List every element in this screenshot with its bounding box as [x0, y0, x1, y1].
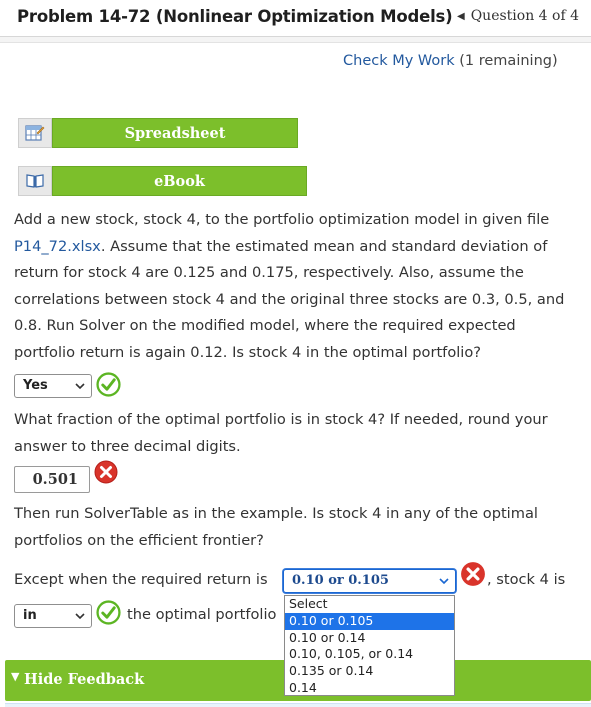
spreadsheet-button[interactable]: Spreadsheet: [52, 118, 298, 148]
problem-line-2: P14_72.xlsx. Assume that the estimated m…: [14, 234, 589, 261]
problem-line-4: correlations between stock 4 and the ori…: [14, 290, 565, 308]
problem-title: Problem 14-72 (Nonlinear Optimization Mo…: [17, 7, 453, 26]
question-nav[interactable]: ◀ Question 4 of 4: [457, 8, 579, 24]
collapse-triangle-icon: ▼: [11, 670, 20, 683]
dropdown-option[interactable]: 0.135 or 0.14: [285, 663, 454, 680]
incorrect-x-icon: [461, 562, 485, 586]
question-nav-label: Question 4 of 4: [470, 8, 579, 24]
problem-line-3: return for stock 4 are 0.125 and 0.175, …: [14, 264, 524, 281]
spreadsheet-icon: [18, 118, 52, 148]
q3-suffix: , stock 4 is: [487, 571, 566, 588]
spreadsheet-button-group[interactable]: Spreadsheet: [18, 118, 298, 148]
stock4-in-portfolio-select[interactable]: Yes: [14, 374, 92, 398]
feedback-panel-edge: [5, 703, 591, 707]
q2-line-2: answer to three decimal digits.: [14, 437, 241, 455]
required-return-dropdown-list[interactable]: Select 0.10 or 0.105 0.10 or 0.14 0.10, …: [284, 595, 455, 696]
q3-line-2: portfolios on the efficient frontier?: [14, 531, 264, 549]
chevron-down-icon: [75, 613, 85, 620]
check-my-work-link[interactable]: Check My Work: [343, 53, 455, 69]
prev-arrow-icon[interactable]: ◀: [457, 11, 465, 22]
select-value: 0.10 or 0.105: [292, 573, 389, 588]
q3-text: Then run SolverTable as in the example. …: [14, 501, 589, 554]
ebook-button-group[interactable]: eBook: [18, 166, 307, 196]
dropdown-option-selected[interactable]: 0.10 or 0.105: [285, 612, 454, 630]
problem-line-6: portfolio return is again 0.12. Is stock…: [14, 343, 482, 361]
correct-check-icon: [96, 372, 121, 397]
ebook-button[interactable]: eBook: [52, 166, 307, 196]
problem-header: Problem 14-72 (Nonlinear Optimization Mo…: [0, 0, 591, 37]
check-remaining: (1 remaining): [459, 53, 558, 69]
q3-prefix: Except when the required return is: [14, 571, 268, 588]
check-my-work: Check My Work (1 remaining): [343, 53, 558, 69]
correct-check-icon: [96, 600, 121, 625]
q2-text: What fraction of the optimal portfolio i…: [14, 407, 589, 460]
fraction-answer-input[interactable]: 0.501: [14, 466, 90, 493]
q3-line-1: Then run SolverTable as in the example. …: [14, 505, 538, 522]
dropdown-option[interactable]: 0.14: [285, 680, 454, 697]
problem-line-2-text: . Assume that the estimated mean and sta…: [100, 237, 548, 255]
dropdown-option[interactable]: 0.10, 0.105, or 0.14: [285, 646, 454, 663]
q2-line-1: What fraction of the optimal portfolio i…: [14, 411, 548, 428]
book-icon: [18, 166, 52, 196]
select-value: in: [23, 608, 37, 623]
in-portfolio-select[interactable]: in: [14, 604, 92, 628]
answer-value: 0.501: [32, 471, 78, 488]
chevron-down-icon: [75, 383, 85, 390]
problem-line-5: 0.8. Run Solver on the modified model, w…: [14, 317, 516, 334]
chevron-down-icon: [439, 578, 449, 585]
required-return-select[interactable]: 0.10 or 0.105: [283, 569, 456, 593]
dropdown-option[interactable]: Select: [285, 596, 454, 613]
hide-feedback-label[interactable]: Hide Feedback: [24, 671, 144, 688]
incorrect-x-icon: [94, 460, 118, 484]
problem-line-1: Add a new stock, stock 4, to the portfol…: [14, 211, 550, 228]
header-divider: [0, 37, 591, 43]
dropdown-option[interactable]: 0.10 or 0.14: [285, 630, 454, 647]
problem-statement: Add a new stock, stock 4, to the portfol…: [14, 207, 589, 366]
select-value: Yes: [23, 378, 48, 393]
q4-suffix: the optimal portfolio: [127, 606, 277, 623]
file-link[interactable]: P14_72.xlsx: [14, 238, 101, 255]
